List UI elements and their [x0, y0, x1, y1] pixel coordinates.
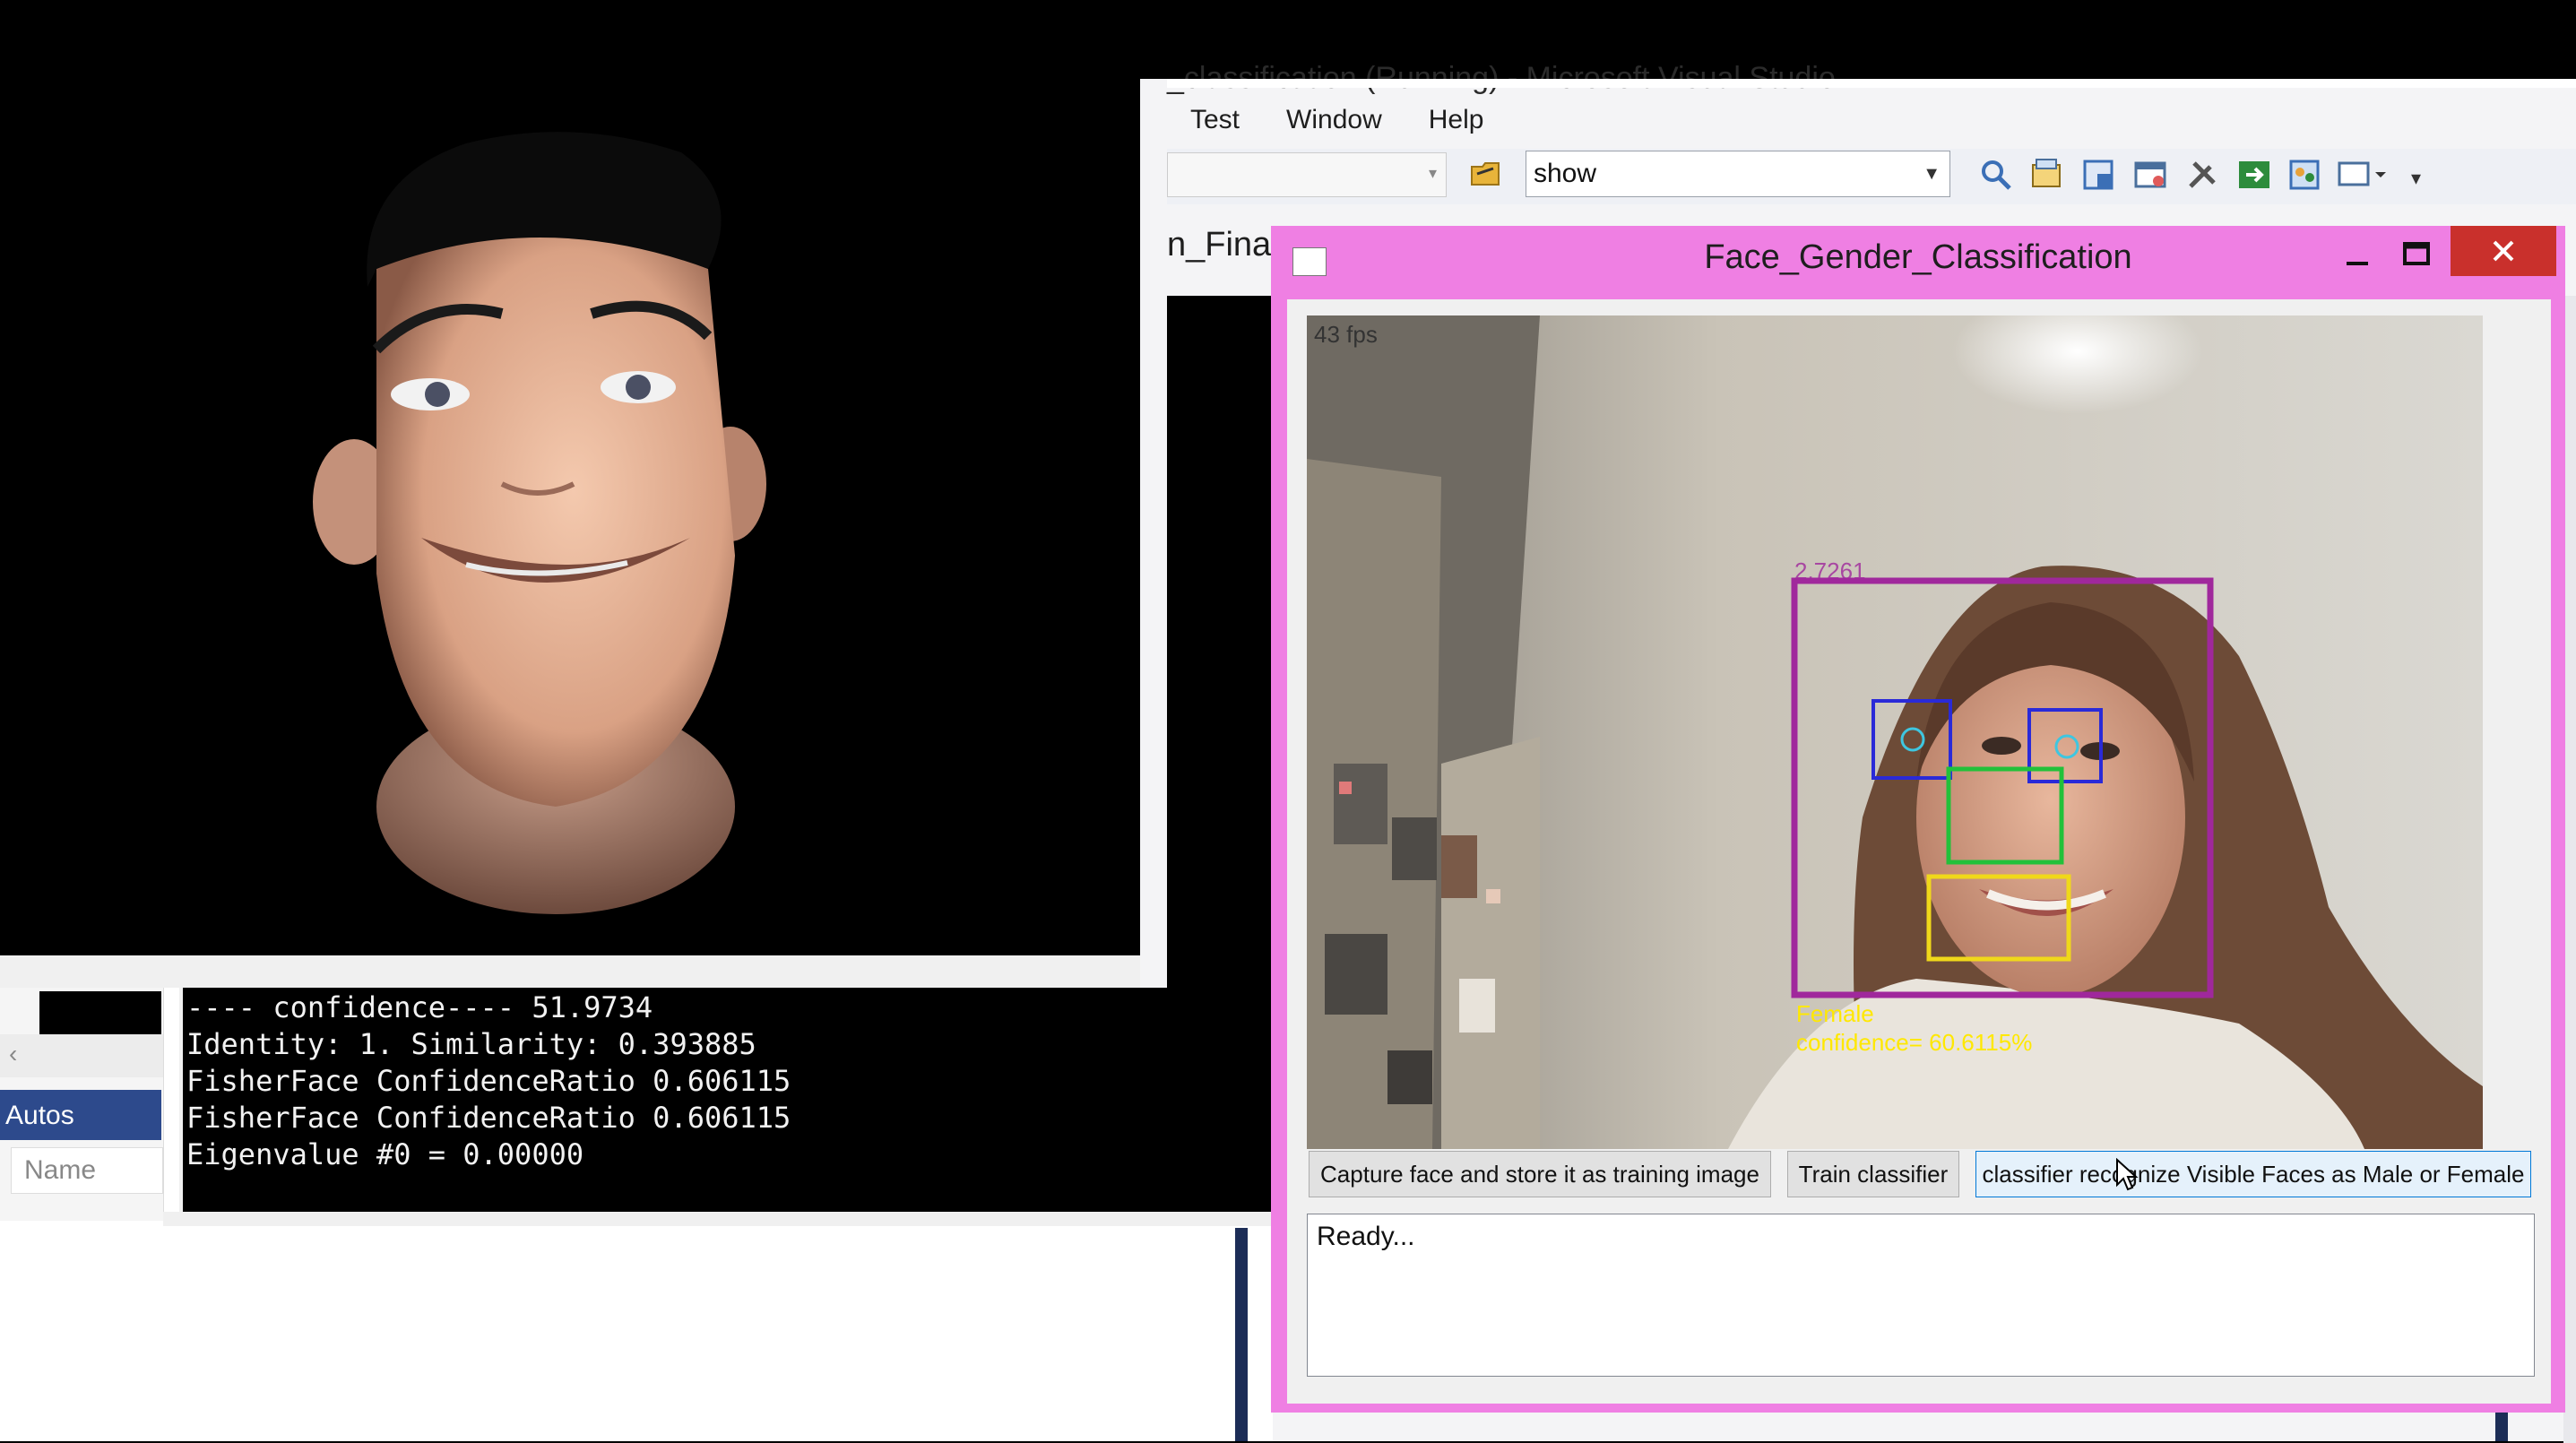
find-combo-value: show: [1534, 159, 1597, 188]
toolbox-icon[interactable]: [2079, 156, 2117, 194]
chevron-down-icon: ▾: [1428, 164, 1437, 182]
maximize-icon[interactable]: [2390, 231, 2443, 281]
autos-horizontal-scrollbar[interactable]: ‹: [0, 1034, 163, 1077]
tools-icon[interactable]: [2183, 156, 2221, 194]
console-line: Eigenvalue #0 = 0.00000: [186, 1137, 584, 1171]
tab-autos-label: Autos: [5, 1101, 74, 1130]
autos-name-column-label: Name: [24, 1155, 97, 1185]
face-detection-box: [1791, 577, 2214, 998]
avatar-3d-window: [0, 0, 1140, 955]
close-icon: [2493, 240, 2514, 262]
close-button[interactable]: [2451, 226, 2556, 276]
properties-icon[interactable]: [2027, 156, 2065, 194]
menu-test[interactable]: Test: [1167, 105, 1263, 135]
autos-name-column-header[interactable]: Name: [11, 1147, 163, 1194]
train-classifier-button[interactable]: Train classifier: [1787, 1151, 1959, 1197]
console-window: ---- confidence---- 51.9734 Identity: 1.…: [179, 988, 1276, 1212]
team-explorer-icon[interactable]: [2286, 156, 2323, 194]
fps-counter: 43 fps: [1314, 321, 1378, 348]
status-text: Ready...: [1317, 1222, 1415, 1251]
detection-score-label: 2.7261: [1794, 557, 1866, 584]
menu-window[interactable]: Window: [1263, 105, 1405, 135]
vs-solution-config-combo[interactable]: ▾: [1167, 152, 1447, 197]
console-window-frame: [163, 1212, 1273, 1226]
console-line: Identity: 1. Similarity: 0.393885: [186, 1027, 756, 1061]
find-combo[interactable]: show ▼: [1526, 151, 1950, 197]
autos-panel-header: [39, 991, 161, 1034]
tab-autos[interactable]: Autos: [0, 1090, 161, 1140]
folder-open-icon[interactable]: [1468, 156, 1504, 192]
vs-right-scrollbar[interactable]: [2563, 296, 2576, 1443]
window-icon[interactable]: [2131, 156, 2169, 194]
chevron-left-icon[interactable]: ‹: [9, 1040, 17, 1068]
avatar-3d-head: [313, 132, 766, 914]
capture-training-image-button[interactable]: Capture face and store it as training im…: [1309, 1151, 1771, 1197]
left-eye-box: [1871, 699, 1952, 780]
mouse-cursor-icon: [2116, 1158, 2139, 1191]
console-line: ---- confidence---- 51.9734: [186, 990, 653, 1024]
vs-menubar: Test Window Help: [1167, 95, 1507, 145]
right-pupil-marker: [2054, 734, 2079, 759]
command-window-icon[interactable]: [2336, 156, 2390, 194]
console-line: FisherFace ConfidenceRatio 0.606115: [186, 1064, 791, 1098]
status-output-box[interactable]: Ready...: [1307, 1214, 2535, 1377]
toolbar-overflow-icon[interactable]: ▾: [2411, 167, 2421, 190]
left-pupil-marker: [1900, 727, 1925, 752]
gender-label: Female: [1796, 1000, 1874, 1027]
camera-feed: 2.7261 Female confidence= 60.6115%: [1307, 315, 2483, 1149]
avatar-window-frame: [0, 955, 1167, 988]
menu-help[interactable]: Help: [1405, 105, 1508, 135]
chevron-down-icon[interactable]: ▼: [1923, 164, 1941, 185]
confidence-label: confidence= 60.6115%: [1796, 1029, 2033, 1056]
classify-faces-button[interactable]: classifier recognize Visible Faces as Ma…: [1975, 1151, 2531, 1197]
find-icon[interactable]: [1977, 156, 2015, 194]
detection-overlay: [1791, 577, 2214, 998]
console-line: FisherFace ConfidenceRatio 0.606115: [186, 1101, 791, 1135]
mouth-box: [1926, 874, 2071, 962]
vs-document-tab[interactable]: n_Final: [1167, 226, 1279, 264]
minimize-icon[interactable]: [2330, 231, 2384, 281]
start-icon[interactable]: [2235, 156, 2273, 194]
vs-titlebar: [1167, 79, 2576, 88]
vs-panel-edge: [1235, 1228, 1248, 1441]
